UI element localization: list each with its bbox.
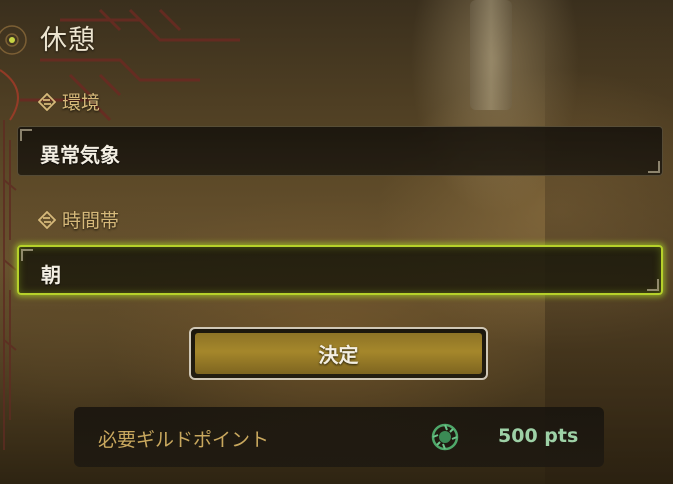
corner-mark [648, 161, 660, 173]
environment-select[interactable]: 異常気象 [17, 126, 663, 176]
ornament-gem-icon [9, 37, 15, 43]
background-post [470, 0, 512, 110]
diamond-section-icon [38, 92, 56, 111]
corner-mark [647, 279, 659, 291]
confirm-button-label: 決定 [195, 333, 482, 374]
environment-section-label: 環境 [38, 88, 558, 121]
time-of-day-value: 朝 [41, 263, 61, 287]
guild-emblem-icon [431, 423, 459, 451]
time-label: 時間帯 [62, 210, 120, 232]
guild-points-panel: 必要ギルドポイント 500 pts [74, 407, 604, 467]
time-of-day-select[interactable]: 朝 [17, 245, 663, 295]
diamond-section-icon [38, 210, 56, 229]
confirm-button[interactable]: 決定 [189, 327, 488, 380]
environment-value: 異常気象 [40, 143, 120, 167]
environment-label: 環境 [62, 92, 101, 114]
guild-points-label: 必要ギルドポイント [98, 429, 270, 451]
corner-ornament [0, 8, 240, 122]
guild-points-amount: 500 pts [498, 425, 579, 447]
corner-mark [20, 129, 32, 141]
page-title: 休憩 [40, 25, 96, 56]
corner-mark [21, 249, 33, 261]
time-section-label: 時間帯 [38, 206, 558, 239]
